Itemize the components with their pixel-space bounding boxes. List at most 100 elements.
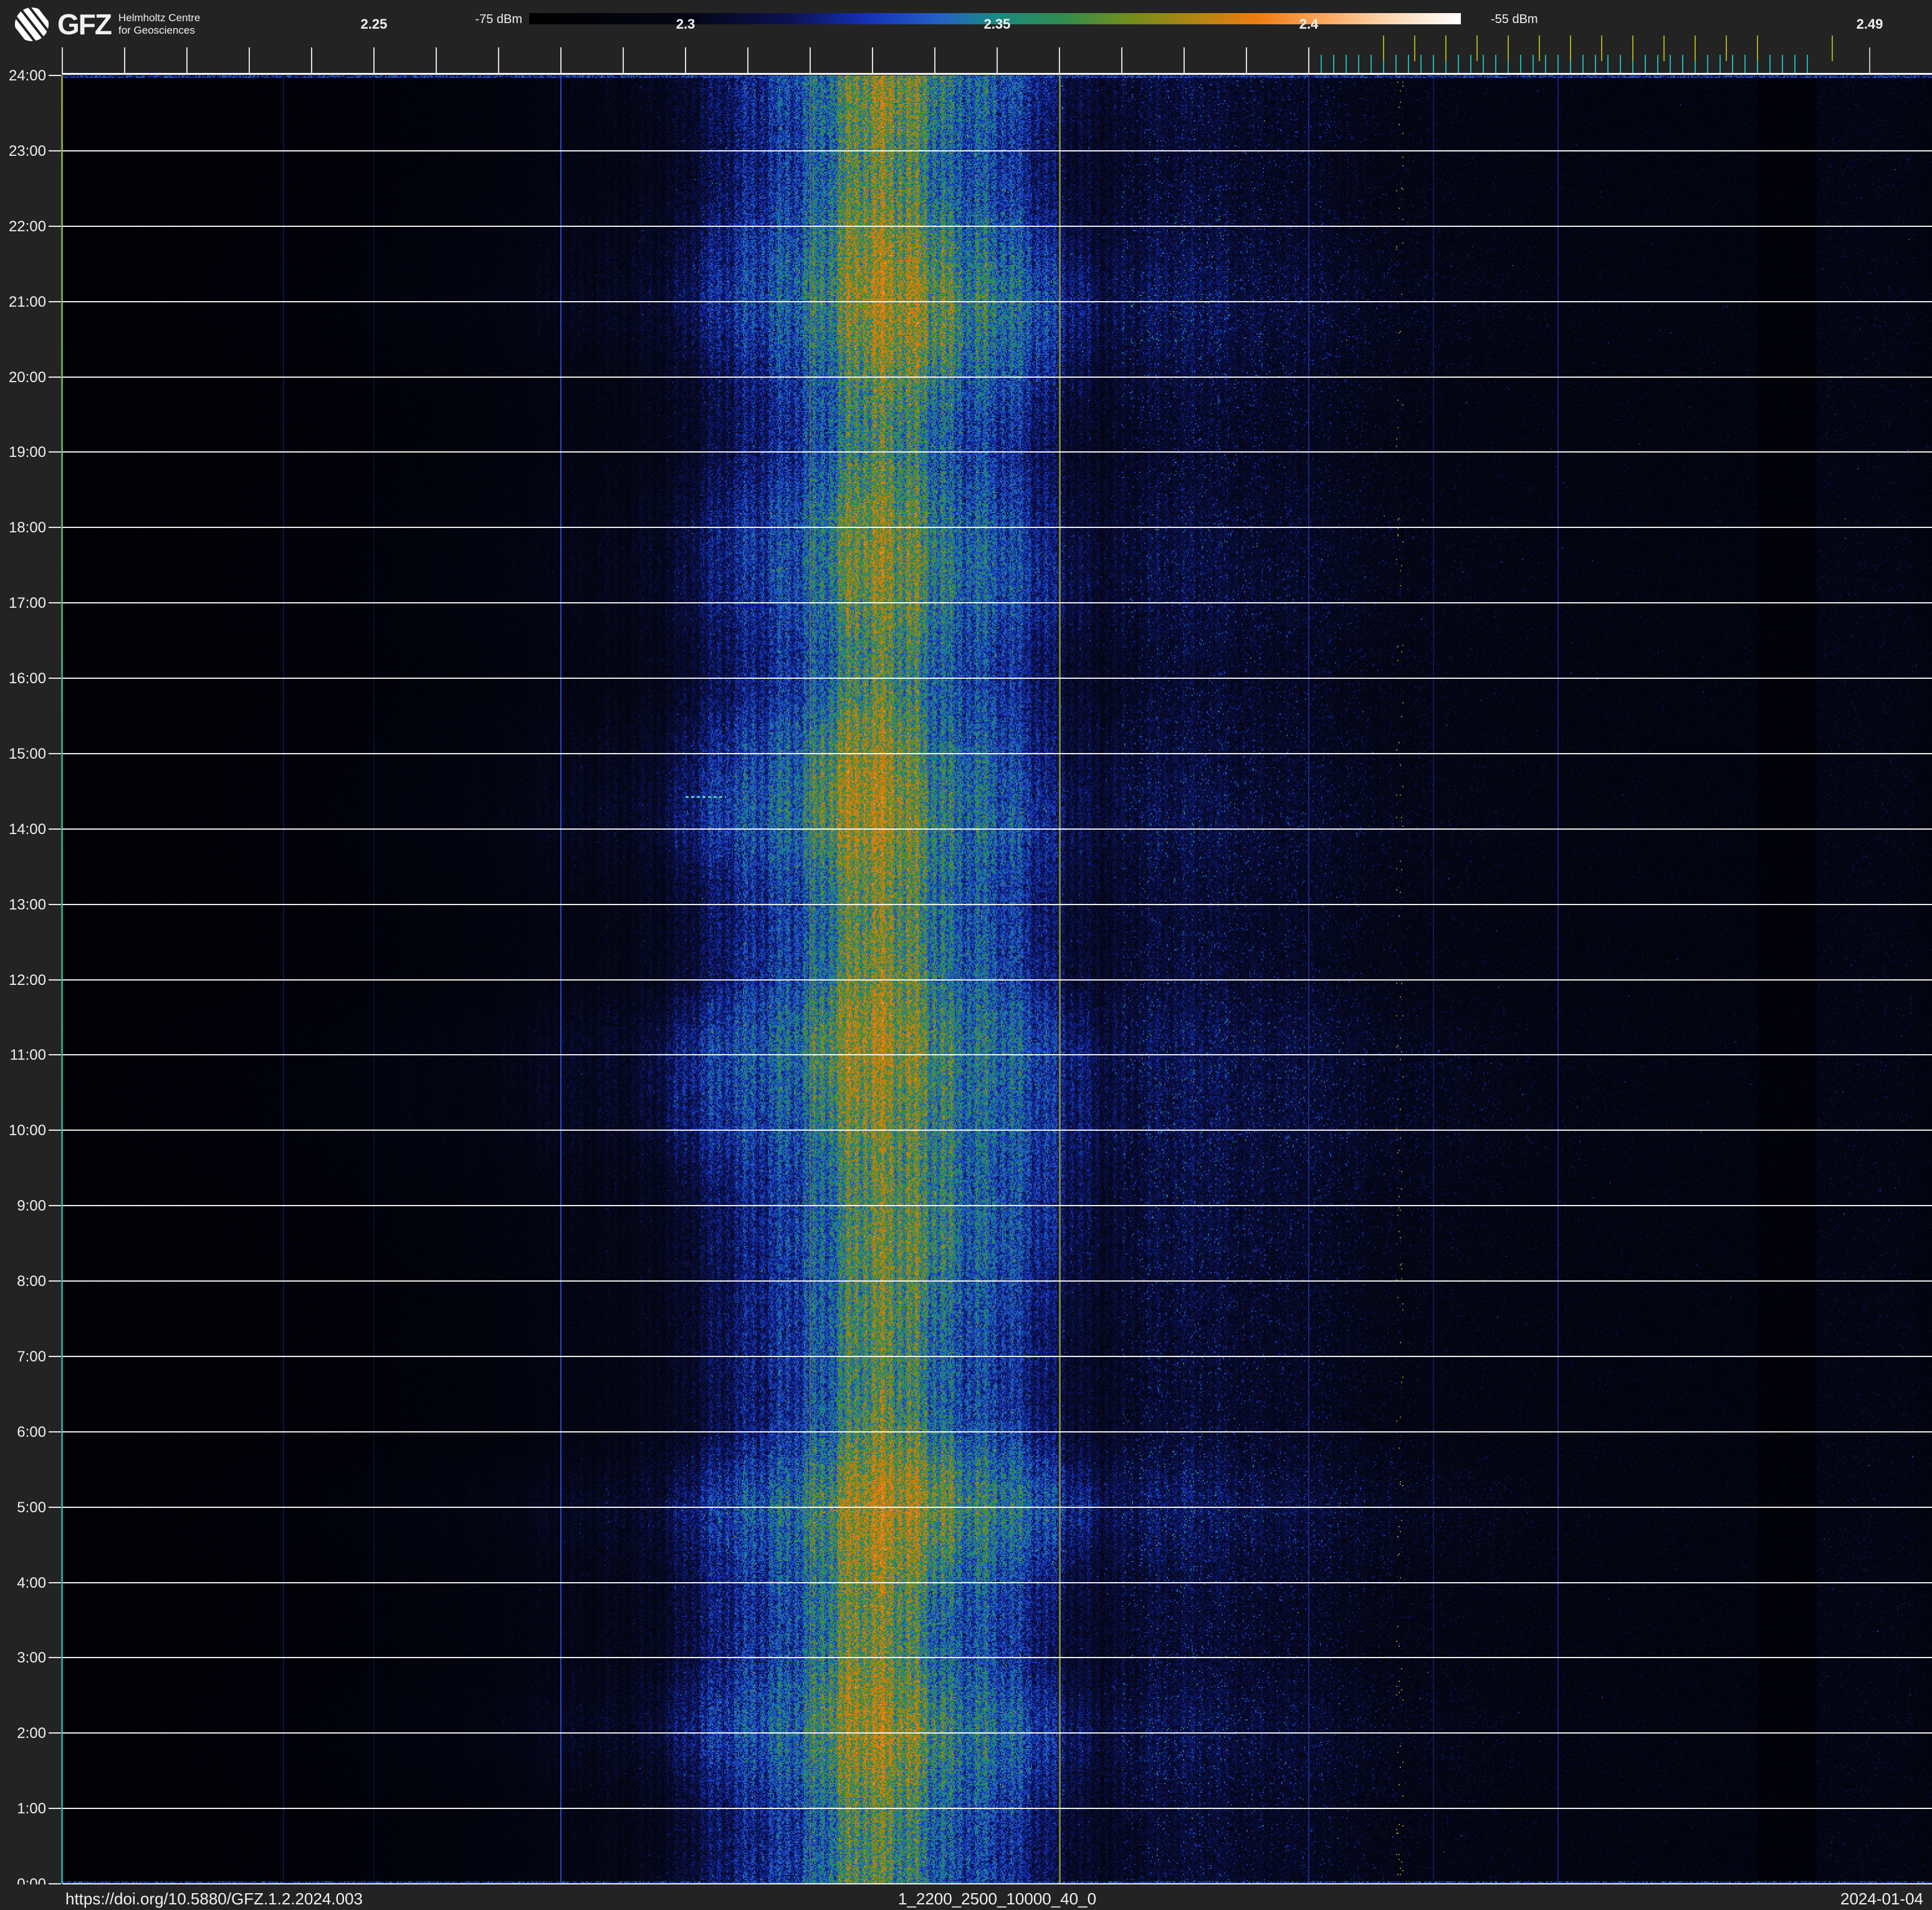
time-axis-label: 20:00: [8, 368, 46, 386]
freq-minor-tick: [623, 47, 624, 75]
freq-minor-tick: [934, 47, 935, 75]
freq-minor-tick: [560, 47, 562, 75]
hour-gridline: [62, 1431, 1932, 1432]
time-axis-label: 2:00: [17, 1725, 46, 1742]
freq-minor-tick: [498, 47, 499, 75]
time-axis-tick: [49, 1431, 61, 1432]
freq-minor-tick: [997, 47, 998, 75]
ble-channel-tick: [1533, 55, 1534, 74]
hour-gridline: [62, 1355, 1932, 1357]
time-axis-label: 19:00: [8, 444, 46, 461]
wifi-channel-tick: [1508, 36, 1509, 61]
time-axis-tick: [49, 300, 61, 302]
time-axis-label: 5:00: [17, 1499, 46, 1516]
freq-minor-tick: [186, 47, 188, 75]
ble-channel-tick: [1557, 55, 1559, 74]
time-axis-tick: [49, 752, 61, 754]
time-axis-label: 17:00: [8, 595, 46, 612]
time-axis-tick: [49, 678, 61, 679]
freq-axis-label: 2.49: [1856, 16, 1883, 32]
time-axis-label: 22:00: [8, 218, 46, 235]
hour-gridline: [62, 1808, 1932, 1810]
ble-channel-tick: [1333, 55, 1334, 74]
ble-channel-tick: [1769, 55, 1771, 74]
hour-gridline: [62, 1130, 1932, 1131]
ble-channel-tick: [1408, 55, 1409, 74]
ble-channel-tick: [1744, 55, 1746, 74]
spectrogram-page: GFZ Helmholtz Centre for Geosciences -75…: [0, 0, 1932, 1910]
freq-minor-tick: [1184, 47, 1185, 75]
frequency-axis: 2.25 2.3 2.35 2.4 2.49: [0, 0, 1932, 75]
time-axis-tick: [49, 1732, 61, 1734]
wifi-channel-tick: [1663, 36, 1665, 61]
time-axis-label: 12:00: [8, 971, 46, 989]
time-axis-tick: [49, 527, 61, 529]
freq-axis-label: 2.25: [360, 16, 388, 32]
ble-channel-tick: [1395, 55, 1397, 74]
ble-channel-tick: [1657, 55, 1658, 74]
time-axis-tick: [49, 376, 61, 378]
ble-channel-tick: [1732, 55, 1733, 74]
time-axis-label: 6:00: [17, 1423, 46, 1441]
filename-label: 1_2200_2500_10000_40_0: [897, 1889, 1097, 1908]
time-axis-label: 8:00: [17, 1273, 46, 1290]
time-axis-tick: [49, 828, 61, 830]
time-axis-label: 16:00: [8, 670, 46, 687]
time-axis-label: 15:00: [8, 745, 46, 762]
ble-channel-tick: [1520, 55, 1521, 74]
time-axis-tick: [49, 75, 61, 76]
wifi-channel-tick: [1601, 36, 1602, 61]
freq-minor-tick: [810, 47, 811, 75]
freq-minor-tick: [124, 47, 125, 75]
time-axis-tick: [49, 150, 61, 151]
ble-channel-tick: [1346, 55, 1347, 74]
time-axis-label: 23:00: [8, 142, 46, 160]
ble-channel-tick: [1682, 55, 1683, 74]
wifi-channel-tick: [1383, 36, 1384, 61]
ble-channel-tick: [1670, 55, 1671, 74]
hour-gridline: [62, 752, 1932, 754]
hour-gridline: [62, 678, 1932, 679]
ble-channel-tick: [1620, 55, 1621, 74]
time-axis-label: 13:00: [8, 896, 46, 913]
time-axis-label: 9:00: [17, 1197, 46, 1215]
ble-channel-tick: [1782, 55, 1783, 74]
hour-gridline: [62, 1205, 1932, 1207]
time-axis-label: 3:00: [17, 1649, 46, 1667]
ble-channel-tick: [1707, 55, 1708, 74]
wifi-channel-tick: [1757, 36, 1758, 61]
frequency-axis-baseline: [62, 73, 1932, 75]
time-axis-label: 10:00: [8, 1122, 46, 1140]
spectrogram-plot: [61, 75, 1932, 1884]
ble-channel-tick: [1794, 55, 1796, 74]
freq-minor-tick: [1121, 47, 1122, 75]
time-axis-tick: [49, 1054, 61, 1056]
time-axis-tick: [49, 225, 61, 227]
wifi-channel-tick: [1414, 36, 1415, 61]
ble-channel-tick: [1370, 55, 1372, 74]
freq-axis-label: 2.3: [676, 16, 696, 32]
ble-channel-tick: [1483, 55, 1484, 74]
hour-gridline: [62, 602, 1932, 604]
time-axis-tick: [49, 451, 61, 453]
hour-gridline: [62, 300, 1932, 302]
freq-minor-tick: [311, 47, 312, 75]
ble-channel-tick: [1495, 55, 1496, 74]
hour-gridline: [62, 1280, 1932, 1282]
ble-channel-tick: [1433, 55, 1434, 74]
time-axis-label: 11:00: [9, 1047, 46, 1064]
hour-gridline: [62, 150, 1932, 151]
ble-channel-tick: [1807, 55, 1808, 74]
freq-edge-tick: [1869, 47, 1870, 75]
time-axis-tick: [49, 1280, 61, 1282]
time-axis-label: 7:00: [17, 1348, 46, 1365]
time-axis: 24:00 23:00 22:00 21:00 20:00 19:00 18:00 17:00…: [0, 0, 62, 1910]
hour-gridline: [62, 527, 1932, 529]
time-axis-tick: [49, 903, 61, 905]
ble-channel-tick: [1458, 55, 1459, 74]
footer: https://doi.org/10.5880/GFZ.1.2.2024.003…: [0, 1884, 1932, 1910]
wifi-channel-tick: [1632, 36, 1633, 61]
freq-axis-label: 2.4: [1299, 16, 1319, 32]
freq-minor-tick: [685, 47, 686, 75]
hour-gridline: [62, 1732, 1932, 1734]
